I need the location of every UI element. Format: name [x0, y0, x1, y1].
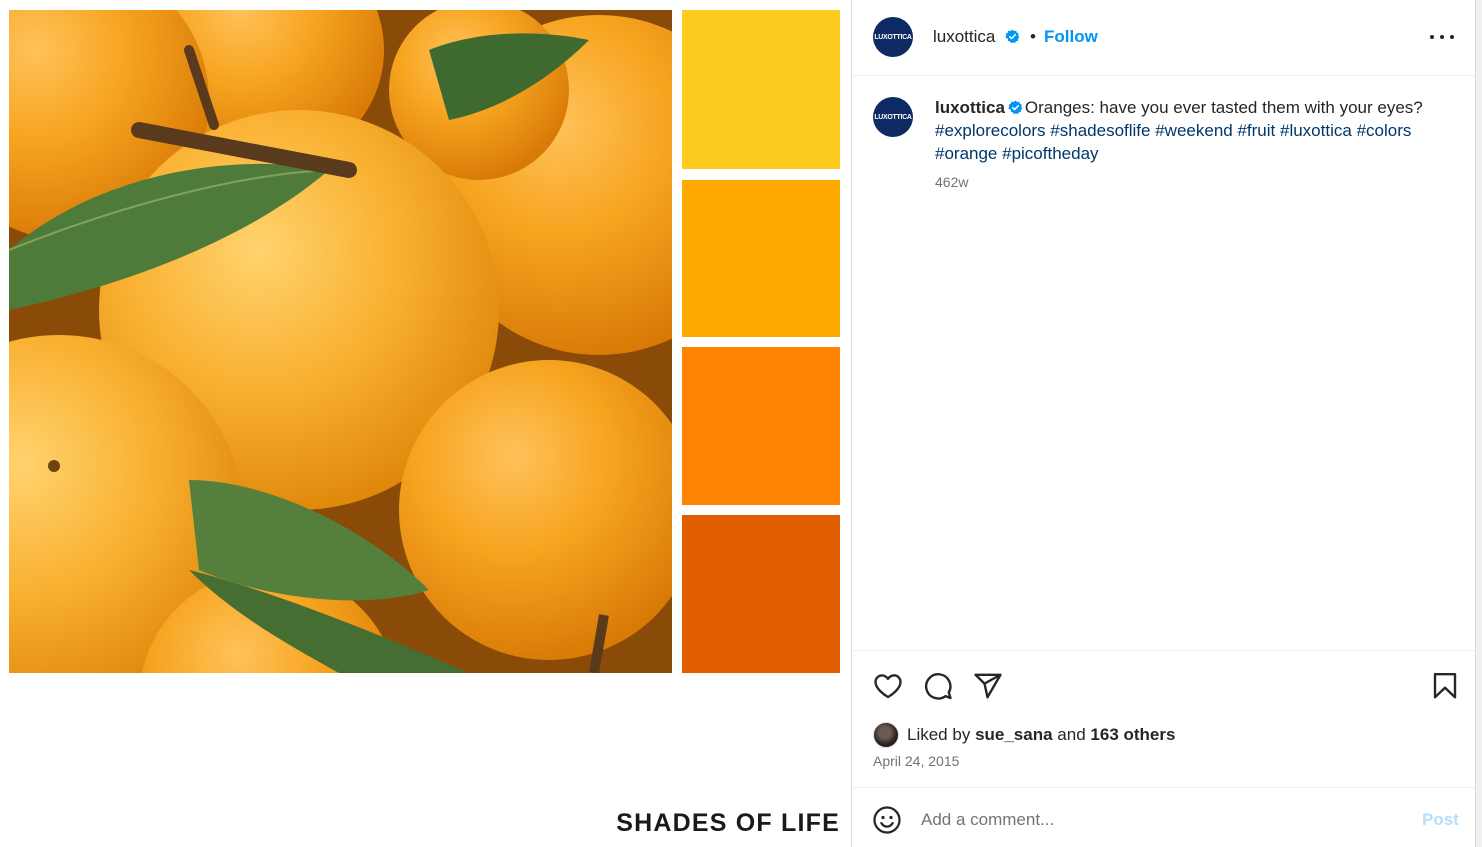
- hashtag-link[interactable]: #luxottica: [1280, 121, 1352, 140]
- add-comment-bar: Post: [852, 787, 1476, 847]
- comment-input[interactable]: [921, 806, 1401, 834]
- post-media: SHADES OF LIFE: [0, 0, 851, 847]
- post-header: LUXOTTICA luxottica • Follow: [852, 0, 1476, 76]
- post-date[interactable]: April 24, 2015: [873, 753, 959, 769]
- oranges-photo[interactable]: [9, 10, 672, 673]
- color-swatch-yellow: [682, 10, 840, 169]
- heart-icon[interactable]: [873, 671, 903, 701]
- avatar-logo-text: LUXOTTICA: [874, 113, 912, 121]
- post-caption: luxottica Oranges: have you ever tasted t…: [935, 96, 1455, 165]
- liker-username-link[interactable]: sue_sana: [975, 725, 1053, 745]
- oranges-illustration: [9, 10, 672, 673]
- caption-text: Oranges: have you ever tasted them with …: [1024, 98, 1423, 117]
- color-swatch-orange: [682, 347, 840, 505]
- post-details-panel: LUXOTTICA luxottica • Follow LUXOTTICA l…: [851, 0, 1476, 847]
- caption-username-link[interactable]: luxottica: [935, 98, 1005, 117]
- comment-bubble-icon[interactable]: [923, 671, 953, 701]
- color-swatch-dark-orange: [682, 515, 840, 673]
- bookmark-icon[interactable]: [1430, 671, 1460, 701]
- likes-prefix: Liked by: [907, 725, 971, 744]
- profile-avatar[interactable]: LUXOTTICA: [873, 17, 913, 57]
- liker-avatar[interactable]: [873, 722, 899, 748]
- hashtag-link[interactable]: #weekend: [1155, 121, 1233, 140]
- hashtag-link[interactable]: #orange: [935, 144, 997, 163]
- verified-badge-icon: [1005, 29, 1020, 47]
- media-overlay-title: SHADES OF LIFE: [616, 809, 840, 837]
- follow-button[interactable]: Follow: [1044, 26, 1098, 48]
- window-scrollbar[interactable]: [1475, 0, 1482, 847]
- emoji-icon[interactable]: [872, 805, 902, 835]
- hashtag-link[interactable]: #shadesoflife: [1050, 121, 1150, 140]
- more-options-icon[interactable]: [1430, 27, 1454, 47]
- hashtag-link[interactable]: #colors: [1357, 121, 1412, 140]
- verified-badge-icon: [1008, 100, 1023, 115]
- paper-plane-icon[interactable]: [973, 671, 1003, 701]
- header-username-link[interactable]: luxottica: [933, 26, 995, 48]
- post-comment-button[interactable]: Post: [1422, 810, 1459, 830]
- post-actions: Liked by sue_sana and 163 others April 2…: [852, 650, 1476, 847]
- avatar-logo-text: LUXOTTICA: [874, 33, 912, 41]
- hashtag-link[interactable]: #picoftheday: [1002, 144, 1098, 163]
- likes-summary: Liked by sue_sana and 163 others: [873, 722, 1175, 748]
- color-swatch-amber: [682, 180, 840, 337]
- comments-section: LUXOTTICA luxottica Oranges: have you eve…: [852, 77, 1476, 650]
- hashtag-link[interactable]: #explorecolors: [935, 121, 1046, 140]
- header-separator: •: [1030, 27, 1036, 46]
- likes-others-link[interactable]: 163 others: [1090, 725, 1175, 745]
- caption-timestamp[interactable]: 462w: [935, 174, 968, 190]
- caption-author-avatar[interactable]: LUXOTTICA: [873, 97, 913, 137]
- likes-middle: and: [1057, 725, 1086, 744]
- hashtag-link[interactable]: #fruit: [1237, 121, 1275, 140]
